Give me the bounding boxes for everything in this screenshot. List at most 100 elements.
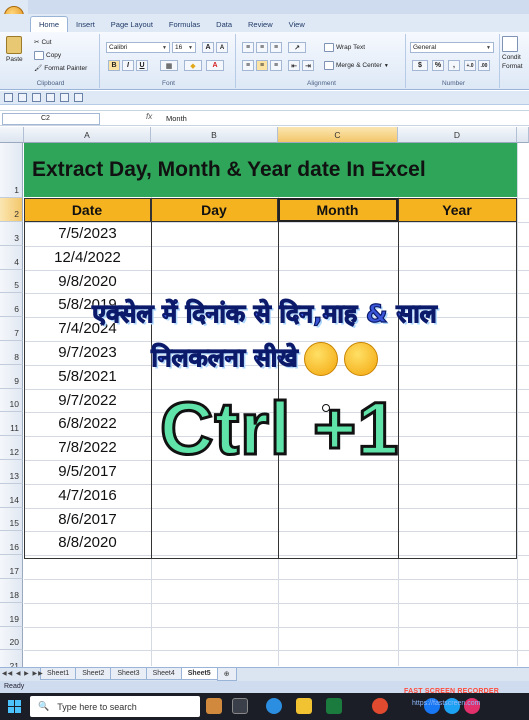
save-icon[interactable] — [4, 93, 13, 102]
cut-button[interactable]: ✂ Cut — [34, 38, 52, 47]
tab-data[interactable]: Data — [208, 17, 240, 32]
underline-button[interactable]: U — [136, 60, 148, 71]
row-header[interactable]: 16 — [0, 531, 23, 556]
row-header[interactable]: 13 — [0, 460, 23, 484]
align-bottom-icon[interactable]: ≡ — [270, 42, 282, 53]
sheet-tab-4[interactable]: Sheet4 — [145, 668, 182, 680]
format-painter-button[interactable]: 🖌 Format Painter — [34, 64, 87, 73]
row-header[interactable]: 15 — [0, 507, 23, 532]
undo-icon[interactable] — [18, 93, 27, 102]
number-format-select[interactable]: General ▼ — [410, 42, 494, 53]
sheet-tab-2[interactable]: Sheet2 — [75, 668, 112, 680]
grow-font-button[interactable]: A — [202, 42, 214, 53]
date-cell[interactable]: 9/5/2017 — [24, 460, 151, 483]
row-header[interactable]: 5 — [0, 269, 23, 294]
landscape-icon[interactable] — [206, 698, 222, 714]
task-view-icon[interactable] — [232, 698, 248, 714]
selected-cell-c2[interactable] — [278, 198, 398, 222]
row-header[interactable]: 12 — [0, 436, 23, 460]
align-left-icon[interactable]: ≡ — [242, 60, 254, 71]
row-header[interactable]: 19 — [0, 602, 23, 627]
formula-input[interactable]: Month — [166, 114, 187, 123]
row-header[interactable]: 2 — [0, 198, 23, 222]
shrink-font-button[interactable]: A — [216, 42, 228, 53]
currency-button[interactable]: $ — [412, 60, 428, 71]
row-header[interactable]: 11 — [0, 412, 23, 437]
row-header[interactable]: 4 — [0, 245, 23, 270]
font-name-select[interactable]: Calibri ▼ — [106, 42, 170, 53]
preview-icon[interactable] — [60, 93, 69, 102]
increase-decimal-icon[interactable]: +.0 — [464, 60, 476, 71]
row-header[interactable]: 1 — [0, 143, 23, 198]
align-right-icon[interactable]: ≡ — [270, 60, 282, 71]
date-cell[interactable]: 7/5/2023 — [24, 222, 151, 245]
row-header[interactable]: 14 — [0, 483, 23, 508]
edge-icon[interactable] — [266, 698, 282, 714]
copy-button[interactable]: Copy — [34, 51, 61, 60]
decrease-decimal-icon[interactable]: .00 — [478, 60, 490, 71]
borders-icon[interactable]: ▦ — [160, 60, 178, 71]
excel-icon[interactable] — [326, 698, 342, 714]
recorder-icon[interactable] — [372, 698, 388, 714]
row-header[interactable]: 3 — [0, 222, 23, 246]
align-center-icon[interactable]: ≡ — [256, 60, 268, 71]
date-cell[interactable]: 8/6/2017 — [24, 508, 151, 531]
column-header-d[interactable]: D — [398, 127, 517, 143]
sheet-tab-5[interactable]: Sheet5 — [180, 668, 218, 680]
header-cell-date[interactable]: Date — [24, 198, 151, 222]
taskbar-search[interactable]: 🔍 Type here to search — [30, 696, 200, 717]
merge-center-button[interactable]: Merge & Center ▼ — [324, 61, 389, 70]
tab-view[interactable]: View — [281, 17, 313, 32]
font-color-button[interactable]: A — [206, 60, 224, 71]
print-icon[interactable] — [46, 93, 55, 102]
sheet-nav-arrows-icon[interactable]: ◀◀ ◀ ▶ ▶▶ — [2, 670, 44, 677]
date-cell[interactable]: 9/8/2020 — [24, 270, 151, 293]
column-header-a[interactable]: A — [24, 127, 151, 143]
tab-formulas[interactable]: Formulas — [161, 17, 208, 32]
row-header[interactable]: 20 — [0, 626, 23, 651]
align-top-icon[interactable]: ≡ — [242, 42, 254, 53]
fx-icon[interactable]: fx — [146, 112, 152, 121]
fill-color-icon[interactable]: ◆ — [184, 60, 202, 71]
date-cell[interactable]: 4/7/2016 — [24, 484, 151, 507]
row-header[interactable]: 10 — [0, 388, 23, 413]
tab-home[interactable]: Home — [30, 16, 69, 32]
file-explorer-icon[interactable] — [296, 698, 312, 714]
select-all-corner[interactable] — [0, 127, 24, 143]
comma-button[interactable]: , — [448, 60, 460, 71]
decrease-indent-icon[interactable]: ⇤ — [288, 60, 300, 71]
date-cell[interactable]: 9/7/2022 — [24, 389, 151, 412]
italic-button[interactable]: I — [122, 60, 134, 71]
header-cell-year[interactable]: Year — [398, 198, 517, 222]
row-header[interactable]: 17 — [0, 555, 23, 579]
align-middle-icon[interactable]: ≡ — [256, 42, 268, 53]
row-header[interactable]: 18 — [0, 579, 23, 603]
name-box[interactable]: C2 — [2, 113, 100, 125]
conditional-formatting-button[interactable]: Condit Format — [502, 36, 523, 70]
date-cell[interactable]: 8/8/2020 — [24, 531, 151, 554]
sheet-tab-1[interactable]: Sheet1 — [40, 668, 77, 680]
tab-review[interactable]: Review — [240, 17, 281, 32]
date-cell[interactable]: 12/4/2022 — [24, 246, 151, 269]
column-header-c[interactable]: C — [278, 127, 398, 143]
customize-icon[interactable] — [74, 93, 83, 102]
sheet-tab-3[interactable]: Sheet3 — [110, 668, 147, 680]
header-cell-day[interactable]: Day — [151, 198, 278, 222]
paste-button[interactable]: Paste — [6, 36, 23, 63]
orientation-icon[interactable]: ↗ — [288, 42, 306, 53]
date-cell[interactable]: 6/8/2022 — [24, 412, 151, 435]
increase-indent-icon[interactable]: ⇥ — [302, 60, 314, 71]
insert-sheet-icon[interactable]: ⊕ — [216, 668, 237, 681]
windows-start-icon[interactable] — [8, 700, 21, 713]
font-size-select[interactable]: 16 ▼ — [172, 42, 196, 53]
column-header-e[interactable] — [517, 127, 529, 143]
sheet-title-cell[interactable]: Extract Day, Month & Year date In Excel — [24, 143, 517, 197]
redo-icon[interactable] — [32, 93, 41, 102]
bold-button[interactable]: B — [108, 60, 120, 71]
wrap-text-button[interactable]: Wrap Text — [324, 43, 365, 52]
date-cell[interactable]: 7/8/2022 — [24, 436, 151, 459]
tab-page-layout[interactable]: Page Layout — [103, 17, 161, 32]
tab-insert[interactable]: Insert — [68, 17, 103, 32]
column-header-b[interactable]: B — [151, 127, 278, 143]
percent-button[interactable]: % — [432, 60, 444, 71]
